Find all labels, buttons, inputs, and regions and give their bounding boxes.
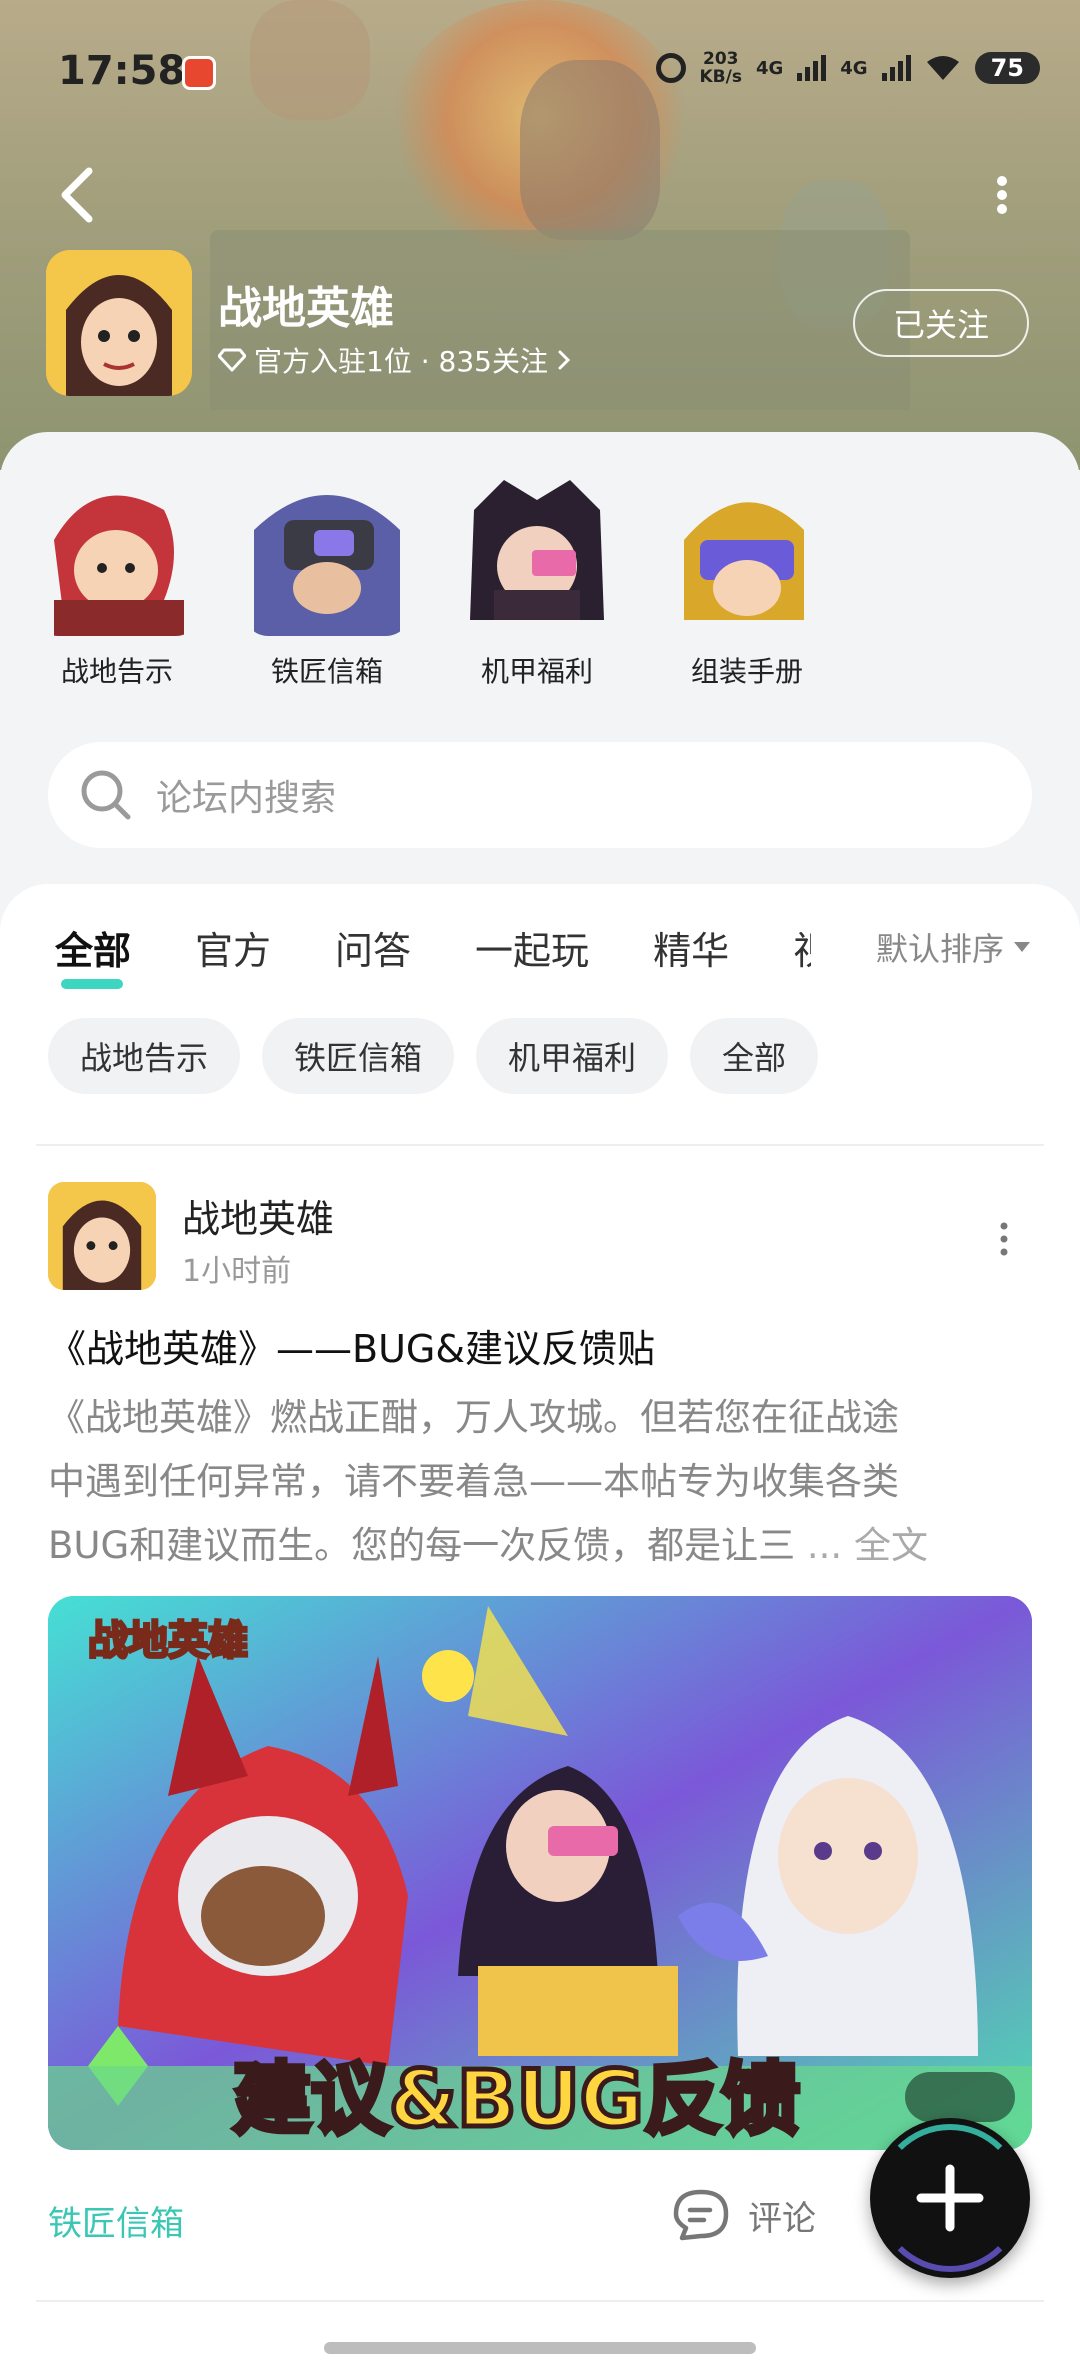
post-title[interactable]: 《战地英雄》——BUG&建议反馈贴	[48, 1318, 655, 1373]
image-count-badge	[905, 2072, 1015, 2122]
forum-tabs: 全部 官方 问答 一起玩 精华 视	[55, 920, 811, 989]
diamond-icon	[218, 348, 246, 372]
sort-dropdown[interactable]: 默认排序	[870, 924, 1031, 970]
comment-button[interactable]: 评论	[672, 2188, 816, 2242]
signal-type-1: 4G	[755, 57, 784, 79]
category-announcements[interactable]: 战地告示	[34, 470, 200, 690]
category-row: 战地告示 铁匠信箱 机甲福利 组装手册	[34, 470, 830, 690]
category-label: 机甲福利	[480, 655, 593, 688]
create-post-button[interactable]	[870, 2118, 1030, 2278]
alarm-icon	[655, 53, 686, 83]
chip-blacksmith-mailbox[interactable]: 铁匠信箱	[262, 1018, 455, 1094]
read-full-link[interactable]: 全文	[854, 1524, 928, 1567]
app-notification-icon	[182, 56, 216, 90]
net-speed: 203 KB/s	[699, 49, 742, 87]
game-meta[interactable]: 官方入驻1位 · 835关注	[218, 340, 572, 380]
post-timestamp: 1小时前	[182, 1254, 292, 1289]
caret-down-icon	[1014, 942, 1031, 952]
game-title: 战地英雄	[218, 283, 394, 334]
status-time: 17:58	[58, 48, 186, 94]
category-mecha-benefits[interactable]: 机甲福利	[454, 470, 620, 690]
home-indicator	[324, 2342, 756, 2354]
chip-mecha-benefits[interactable]: 机甲福利	[476, 1018, 669, 1094]
category-image	[34, 470, 200, 636]
post-image[interactable]: 战地英雄 建议&BUG反馈	[48, 1596, 1032, 2150]
more-vertical-icon[interactable]	[990, 175, 1014, 215]
divider	[36, 2300, 1044, 2302]
plus-icon	[916, 2164, 984, 2232]
chip-all[interactable]: 全部	[690, 1018, 819, 1094]
chevron-right-icon	[558, 350, 571, 370]
sort-label: 默认排序	[876, 930, 1005, 968]
status-bar: 17:58 203 KB/s 4G 4G 75	[0, 0, 1080, 140]
back-icon[interactable]	[55, 165, 99, 225]
post-more-icon[interactable]	[994, 1222, 1014, 1256]
category-image	[454, 470, 620, 636]
post-author-avatar[interactable]	[48, 1182, 156, 1290]
tab-video[interactable]: 视	[793, 920, 811, 975]
post-excerpt[interactable]: 《战地英雄》燃战正酣，万人攻城。但若您在征战途 中遇到任何异常，请不要着急——本…	[48, 1386, 1038, 1578]
category-assembly-manual[interactable]: 组装手册	[664, 470, 830, 690]
wifi-icon	[926, 56, 959, 80]
category-label: 战地告示	[60, 655, 173, 688]
tab-qa[interactable]: 问答	[335, 920, 411, 975]
category-label: 铁匠信箱	[270, 655, 383, 688]
category-image	[244, 470, 410, 636]
signal-type-2: 4G	[840, 57, 868, 79]
signal-bars-icon	[797, 55, 827, 81]
post-topic-tag[interactable]: 铁匠信箱	[48, 2196, 184, 2245]
tab-play-together[interactable]: 一起玩	[475, 920, 589, 975]
divider	[36, 1144, 1044, 1146]
comment-icon	[673, 2189, 729, 2241]
filter-chips: 战地告示 铁匠信箱 机甲福利 全部	[48, 1018, 819, 1094]
tab-featured[interactable]: 精华	[653, 920, 729, 975]
tab-official[interactable]: 官方	[195, 920, 271, 975]
follow-button[interactable]: 已关注	[853, 289, 1029, 357]
category-blacksmith-mailbox[interactable]: 铁匠信箱	[244, 470, 410, 690]
search-placeholder: 论坛内搜索	[156, 778, 337, 819]
battery-indicator: 75	[974, 52, 1040, 84]
category-image	[664, 470, 830, 636]
tab-all[interactable]: 全部	[55, 920, 131, 989]
status-icons: 203 KB/s 4G 4G 75	[655, 49, 1040, 87]
comment-label: 评论	[748, 2198, 816, 2239]
category-label: 组装手册	[690, 655, 803, 688]
image-logo-text: 战地英雄	[88, 1618, 248, 1664]
chip-announcements[interactable]: 战地告示	[48, 1018, 241, 1094]
game-meta-text: 官方入驻1位 · 835关注	[254, 345, 548, 378]
search-icon	[81, 770, 131, 820]
image-caption-text: 建议&BUG反馈	[233, 2055, 800, 2145]
game-logo[interactable]	[46, 250, 192, 396]
post-author-name[interactable]: 战地英雄	[182, 1188, 334, 1243]
forum-search-input[interactable]: 论坛内搜索	[48, 742, 1032, 848]
signal-bars-icon	[881, 55, 911, 81]
